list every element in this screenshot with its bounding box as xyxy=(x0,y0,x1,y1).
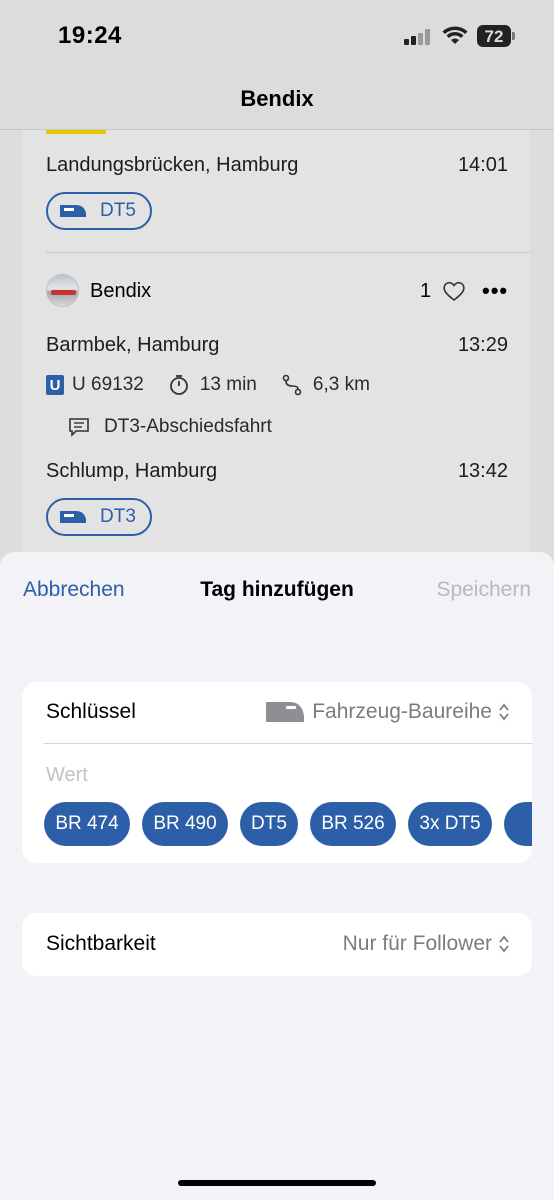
route-icon xyxy=(282,374,302,396)
avatar[interactable] xyxy=(46,274,79,307)
wifi-icon xyxy=(442,26,468,44)
suggestion-chip-partial[interactable] xyxy=(504,802,532,846)
duration: 13 min xyxy=(199,374,257,395)
status-time: 19:24 xyxy=(58,22,122,49)
more-options-icon[interactable]: ••• xyxy=(482,278,508,304)
battery-icon: 72 xyxy=(477,25,515,47)
train-icon xyxy=(266,702,305,722)
battery-level: 72 xyxy=(484,27,504,46)
comment-icon xyxy=(69,418,89,437)
train-icon xyxy=(60,205,86,217)
feed-card: Landungsbrücken, Hamburg 14:01 DT5 Bendi… xyxy=(22,100,530,600)
navigation-bar: Bendix xyxy=(0,72,554,130)
chevron-up-down-icon xyxy=(499,935,509,953)
departure-station: Barmbek, Hamburg xyxy=(46,334,220,356)
visibility-picker-value: Nur für Follower xyxy=(342,932,492,955)
page-title: Bendix xyxy=(240,86,314,111)
comment-text: DT3-Abschiedsfahrt xyxy=(104,416,272,437)
departure-time: 13:29 xyxy=(457,334,508,356)
cancel-button[interactable]: Abbrechen xyxy=(23,578,125,602)
home-indicator[interactable] xyxy=(178,1180,376,1186)
train-icon xyxy=(60,511,86,523)
suggestion-chip[interactable]: BR 526 xyxy=(310,802,396,846)
value-input[interactable]: Wert xyxy=(46,764,88,787)
vehicle-tag-label: DT5 xyxy=(100,200,136,221)
arrival-station: Landungsbrücken, Hamburg xyxy=(46,154,299,176)
suggestion-chip[interactable]: BR 474 xyxy=(44,802,130,846)
stopwatch-icon xyxy=(169,375,188,395)
add-tag-sheet: Tag hinzufügen Abbrechen Speichern Schlü… xyxy=(0,552,554,1200)
save-button[interactable]: Speichern xyxy=(436,578,531,602)
suggestion-chip[interactable]: DT5 xyxy=(240,802,298,846)
visibility-label: Sichtbarkeit xyxy=(46,932,156,955)
line-number: U 69132 xyxy=(72,374,144,395)
trip-meta: U U 69132 13 min 6,3 km xyxy=(46,374,370,396)
status-bar: 19:24 72 xyxy=(0,0,554,72)
chevron-up-down-icon xyxy=(499,703,509,721)
ubahn-icon: U xyxy=(46,375,64,395)
tag-key-group: Schlüssel Fahrzeug-Baureihe Wert BR 474 … xyxy=(22,682,532,863)
suggestion-chips: BR 474 BR 490 DT5 BR 526 3x DT5 xyxy=(44,802,532,848)
key-picker-value: Fahrzeug-Baureihe xyxy=(312,700,492,723)
user-name[interactable]: Bendix xyxy=(90,280,151,303)
suggestion-chip[interactable]: BR 490 xyxy=(142,802,228,846)
like-count: 1 xyxy=(420,280,432,302)
suggestion-chip[interactable]: 3x DT5 xyxy=(408,802,492,846)
background-feed: 19:24 72 Bendix Landungsbrücken, Hamburg… xyxy=(0,0,554,600)
distance: 6,3 km xyxy=(312,374,370,395)
vehicle-tag[interactable]: DT5 xyxy=(46,192,152,230)
heart-icon[interactable] xyxy=(442,280,466,302)
arrival-time: 13:42 xyxy=(457,460,508,482)
vehicle-tag[interactable]: DT3 xyxy=(46,498,152,536)
key-picker[interactable]: Fahrzeug-Baureihe xyxy=(264,700,510,724)
sheet-header: Tag hinzufügen Abbrechen Speichern xyxy=(0,578,554,608)
key-label: Schlüssel xyxy=(46,700,136,723)
arrival-time: 14:01 xyxy=(457,154,508,176)
divider xyxy=(44,743,532,744)
visibility-picker[interactable]: Nur für Follower xyxy=(343,932,510,956)
visibility-group: Sichtbarkeit Nur für Follower xyxy=(22,913,532,976)
trip-comment: DT3-Abschiedsfahrt xyxy=(68,416,272,438)
arrival-station: Schlump, Hamburg xyxy=(46,460,218,482)
cellular-signal-icon xyxy=(404,29,434,45)
vehicle-tag-label: DT3 xyxy=(100,506,136,527)
divider xyxy=(46,252,530,253)
